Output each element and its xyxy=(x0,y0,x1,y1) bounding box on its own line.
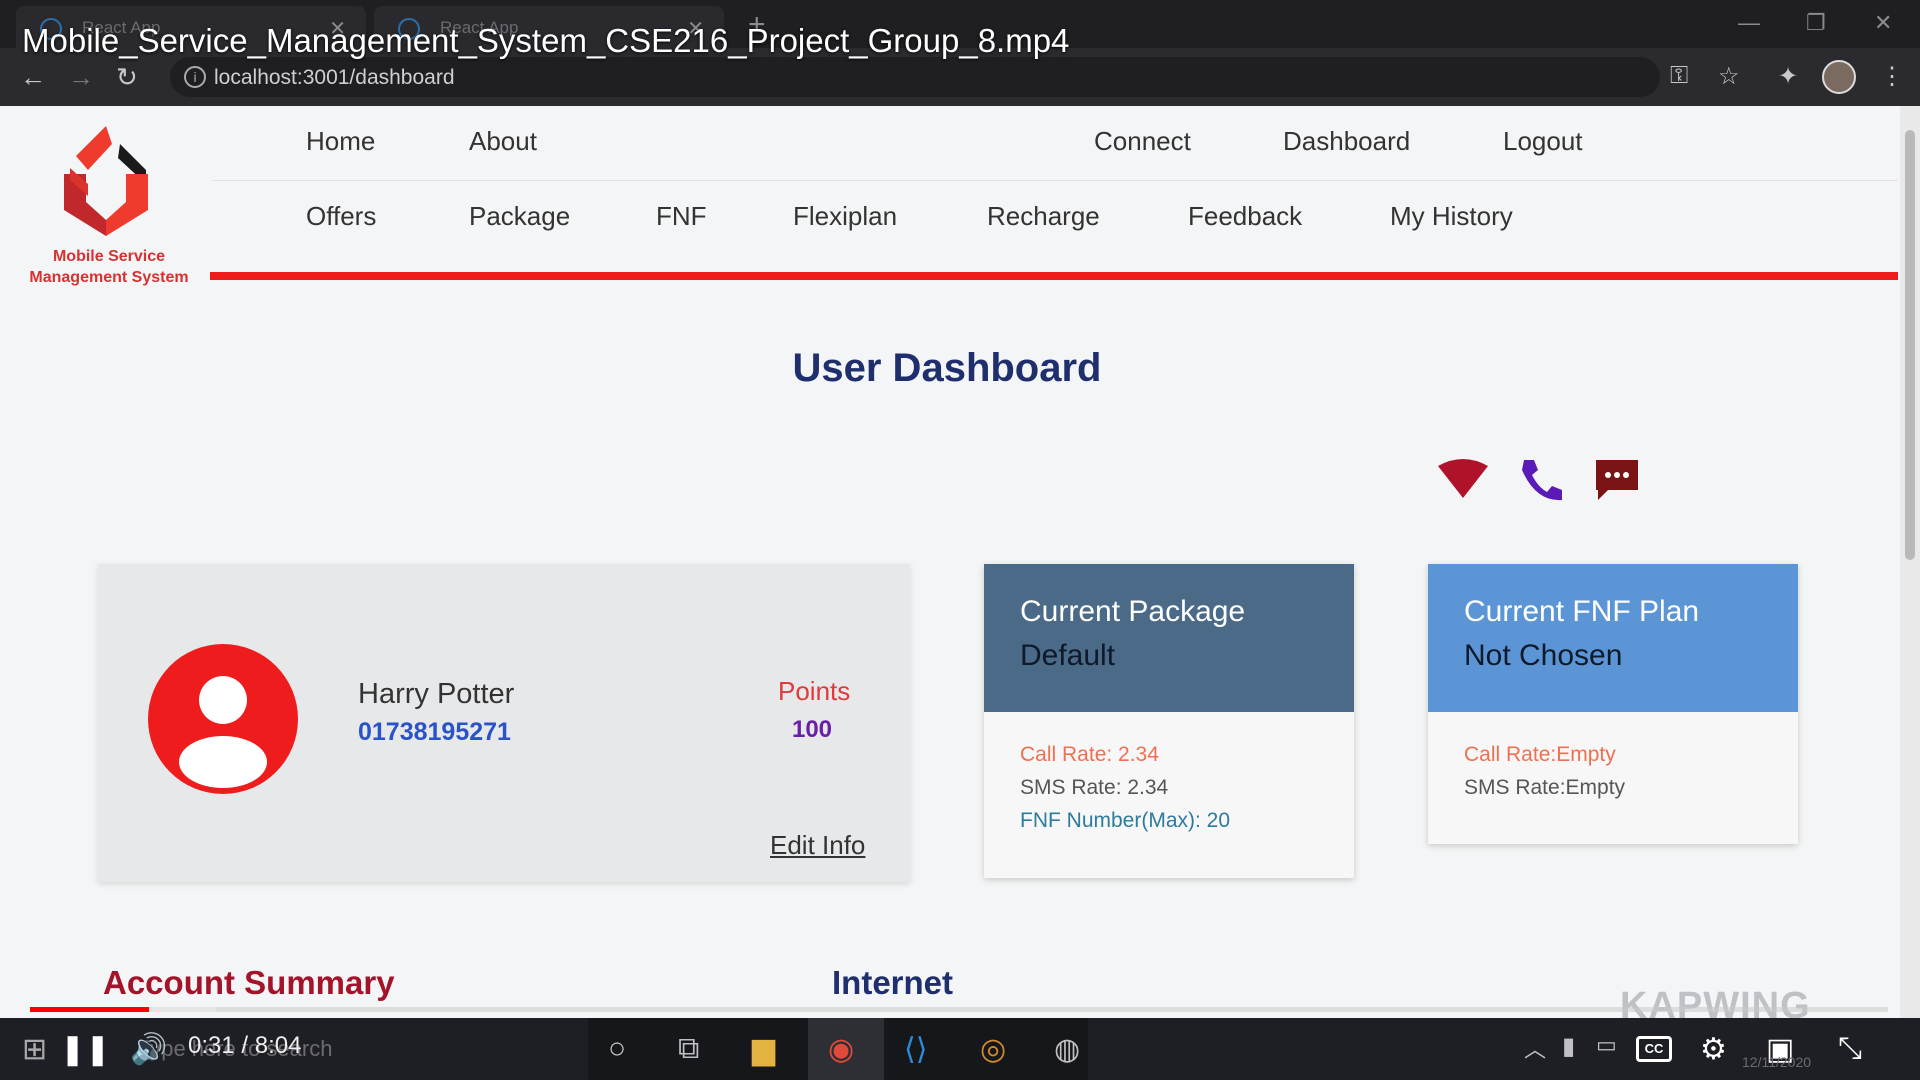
logo-mark-icon xyxy=(64,126,148,236)
menu-icon[interactable]: ⋮ xyxy=(1880,62,1904,91)
current-fnf-card: Current FNF Plan Not Chosen Call Rate:Em… xyxy=(1428,564,1798,844)
forward-icon[interactable]: → xyxy=(68,62,94,93)
video-time: 0:31 / 8:04 xyxy=(188,1032,302,1059)
account-summary-heading: Account Summary xyxy=(103,964,395,1001)
package-card-header: Current Package Default xyxy=(984,564,1354,712)
user-phone: 01738195271 xyxy=(358,718,511,746)
package-call-rate: Call Rate: 2.34 xyxy=(1020,743,1159,766)
points-value: 100 xyxy=(791,716,833,743)
address-bar[interactable]: i localhost:3001/dashboard xyxy=(170,57,1660,97)
wifi-icon[interactable] xyxy=(1436,456,1490,504)
taskbar-chrome-slot: ◉ xyxy=(808,1018,884,1080)
volume-icon[interactable]: 🔊 xyxy=(130,1032,167,1067)
package-sms-rate: SMS Rate: 2.34 xyxy=(1020,776,1169,799)
back-icon[interactable]: ← xyxy=(20,62,46,93)
header-red-rule xyxy=(210,272,1898,280)
package-fnf-max: FNF Number(Max): 20 xyxy=(1020,809,1231,832)
played-bar xyxy=(30,1007,149,1012)
task-view-icon[interactable]: ⧉ xyxy=(678,1032,699,1066)
window-close-icon[interactable]: ✕ xyxy=(1874,10,1892,36)
fnf-card-header: Current FNF Plan Not Chosen xyxy=(1428,564,1798,712)
obs-icon[interactable]: ◍ xyxy=(1054,1032,1080,1067)
star-icon[interactable]: ☆ xyxy=(1718,62,1740,91)
nav-connect[interactable]: Connect xyxy=(1094,126,1191,157)
current-package-card: Current Package Default Call Rate: 2.34 … xyxy=(984,564,1354,878)
package-title: Current Package xyxy=(1020,595,1246,628)
nav-dashboard[interactable]: Dashboard xyxy=(1283,126,1410,157)
logo-text-line2: Management System xyxy=(29,269,189,286)
package-value: Default xyxy=(1020,639,1116,672)
extensions-icon[interactable]: ✦ xyxy=(1778,62,1798,91)
nav-recharge[interactable]: Recharge xyxy=(987,201,1100,232)
edit-info-link[interactable]: Edit Info xyxy=(770,830,865,861)
nav-logout[interactable]: Logout xyxy=(1503,126,1583,157)
page-scrollbar[interactable] xyxy=(1900,106,1920,1018)
nav-about[interactable]: About xyxy=(469,126,537,157)
scroll-thumb[interactable] xyxy=(1905,130,1915,560)
chrome-icon[interactable]: ◉ xyxy=(828,1032,854,1067)
pause-icon[interactable]: ❚❚ xyxy=(60,1032,110,1067)
settings-icon[interactable]: ⚙ xyxy=(1700,1032,1727,1067)
fnf-title: Current FNF Plan xyxy=(1464,595,1700,628)
video-title: Mobile_Service_Management_System_CSE216_… xyxy=(22,22,1070,59)
taskbar-date: 12/11/2020 xyxy=(1742,1054,1812,1070)
reload-icon[interactable]: ↻ xyxy=(116,62,138,93)
nav-offers[interactable]: Offers xyxy=(306,201,376,232)
nav-divider xyxy=(212,180,1898,181)
nav-package[interactable]: Package xyxy=(469,201,570,232)
url-text[interactable]: localhost:3001/dashboard xyxy=(214,66,455,90)
exit-fullscreen-icon[interactable]: ⤡ xyxy=(1838,1032,1862,1066)
dashboard-page: Mobile Service Management System Home Ab… xyxy=(0,106,1900,1018)
nav-fnf[interactable]: FNF xyxy=(656,201,707,232)
nav-my-history[interactable]: My History xyxy=(1390,201,1513,232)
fnf-call-rate: Call Rate:Empty xyxy=(1464,743,1616,766)
fnf-card-body: Call Rate:Empty SMS Rate:Empty xyxy=(1428,712,1798,804)
nav-flexiplan[interactable]: Flexiplan xyxy=(793,201,897,232)
phone-icon[interactable] xyxy=(1514,456,1568,504)
network-icon[interactable]: ▭ xyxy=(1596,1032,1617,1058)
message-icon[interactable] xyxy=(1590,456,1644,504)
key-icon[interactable]: ⚿ xyxy=(1670,62,1688,90)
cortana-icon[interactable]: ○ xyxy=(608,1032,626,1066)
nav-feedback[interactable]: Feedback xyxy=(1188,201,1302,232)
windows-start-icon[interactable]: ⊞ xyxy=(22,1032,47,1067)
site-logo[interactable]: Mobile Service Management System xyxy=(18,122,200,302)
video-progress-bar[interactable] xyxy=(30,1007,1888,1012)
fnf-value: Not Chosen xyxy=(1464,639,1623,672)
nav-home[interactable]: Home xyxy=(306,126,375,157)
points-label: Points xyxy=(778,676,851,706)
profile-avatar[interactable] xyxy=(1822,60,1856,94)
tray-chevron-icon[interactable]: ︿ xyxy=(1524,1032,1546,1064)
info-icon[interactable]: i xyxy=(184,66,206,88)
package-card-body: Call Rate: 2.34 SMS Rate: 2.34 FNF Numbe… xyxy=(984,712,1354,837)
taskbar-apps: ○ ⧉ ▆ ◉ ⟨⟩ ◎ ◍ xyxy=(588,1018,1088,1080)
file-explorer-icon[interactable]: ▆ xyxy=(752,1032,775,1067)
fnf-sms-rate: SMS Rate:Empty xyxy=(1464,776,1626,799)
profile-card: Harry Potter 01738195271 Points 100 Edit… xyxy=(98,564,910,882)
restore-icon[interactable]: ❐ xyxy=(1806,10,1826,36)
user-avatar-icon xyxy=(148,644,298,794)
page-title: User Dashboard xyxy=(792,346,1102,390)
player-controls: ⊞ ❚❚ Type here to search 🔊 0:31 / 8:04 ○… xyxy=(0,1018,1920,1080)
vscode-icon[interactable]: ⟨⟩ xyxy=(904,1032,927,1067)
app-icon[interactable]: ◎ xyxy=(980,1032,1006,1067)
logo-text-line1: Mobile Service xyxy=(52,248,166,265)
captions-button[interactable]: CC xyxy=(1636,1036,1672,1062)
user-name: Harry Potter xyxy=(358,678,515,710)
logo-text: Mobile Service Management System xyxy=(18,246,200,288)
minimize-icon[interactable]: — xyxy=(1738,10,1760,36)
internet-heading: Internet xyxy=(832,964,954,1001)
mic-icon[interactable]: ▮ xyxy=(1562,1032,1575,1061)
